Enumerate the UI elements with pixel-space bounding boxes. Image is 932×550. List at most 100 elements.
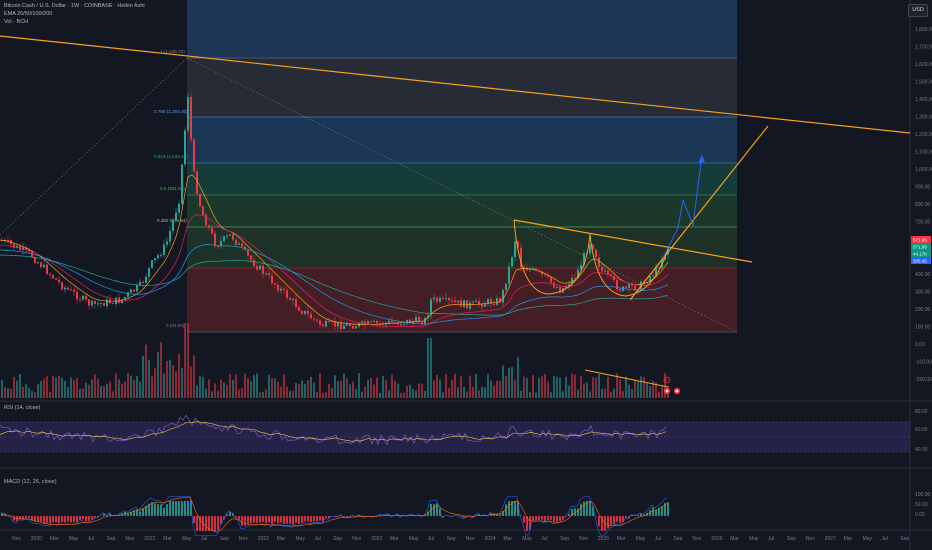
time-axis-label: Sep [560,536,569,542]
candle-body [400,323,402,325]
volume-bar [358,373,360,398]
volume-bar [100,385,102,398]
rsi-legend[interactable]: RSI (14, close) [4,405,40,411]
price-axis-label: 300.00 [915,290,931,296]
macd-legend[interactable]: MACD (12, 26, close) [4,479,57,485]
macd-bar [154,503,156,516]
candle-body [334,321,336,327]
macd-bar [550,516,552,520]
volume-bar [79,388,81,398]
candle-body [226,235,228,237]
volume-bar [586,382,588,398]
macd-bar [547,516,549,521]
rsi-axis-label: 60.00 [915,427,928,433]
candle-body [259,265,261,270]
candle-body [391,320,393,323]
volume-bar [571,373,573,398]
volume-bar [37,384,39,398]
candle-body [148,267,150,277]
macd-bar [151,502,153,516]
volume-bar [433,380,435,398]
candle-body [436,297,438,302]
candle-body [319,320,321,325]
time-axis-label: Jul [541,536,547,542]
candle-body [376,320,378,324]
volume-bar [661,384,663,398]
volume-bar [451,379,453,398]
volume-bar [220,379,222,398]
macd-bar [235,516,237,518]
time-axis[interactable]: Nov 2020 Mar May Jul Sep Nov 2021 Mar May Jul Sep No… [12,536,909,542]
macd-bar [505,504,507,516]
symbol-title[interactable]: Bitcoin Cash / U.S. Dollar · 1W · COINBA… [4,3,145,9]
macd-bar [226,514,228,516]
volume-bar [478,390,480,398]
candle-body [85,295,87,300]
macd-bar [313,516,315,522]
volume-bar [454,373,456,398]
volume-bar [91,379,93,398]
candle-body [433,297,435,300]
candle-body [481,304,483,307]
volume-bar [16,380,18,398]
time-axis-label: Jul [314,536,320,542]
volume-bar [217,390,219,398]
volume-bar [541,375,543,398]
volume-legend[interactable]: Vol · BCH [4,19,28,25]
macd-bar [85,516,87,522]
volume-bar [136,375,138,398]
fib-zones [187,0,737,332]
candle-body [40,262,42,268]
volume-bar [391,374,393,398]
volume-bar [592,377,594,398]
volume-bar [229,374,231,398]
price-axis[interactable]: 1,800.00 1,700.00 1,600.00 1,500.00 1,400.00… [915,27,932,383]
volume-bar [235,374,237,398]
volume-bar [514,379,516,398]
macd-bar [184,501,186,516]
time-axis-label: Nov [239,536,248,542]
volume-bar [379,392,381,398]
macd-bar [304,516,306,522]
time-axis-label: Jul [768,536,774,542]
volume-bar [151,375,153,398]
fib-label: 0 (93.00) [166,323,185,328]
macd-bar [28,516,30,519]
macd-bar [106,515,108,516]
macd-bar [631,515,633,516]
candle-body [256,266,258,270]
chart-canvas[interactable]: 1 (1,635.20) 0.786 (1,304.20) 0.618 (1,0… [0,0,932,550]
volume-bar [580,375,582,398]
macd-axis-label: 100.00 [915,492,931,498]
volume-bar [4,387,6,398]
volume-markers[interactable]: f [663,376,681,395]
macd-bar [514,501,516,516]
candle-body [340,322,342,329]
candle-body [142,281,144,283]
candle-body [67,287,69,290]
macd-bar [253,516,255,523]
volume-bar [178,353,180,398]
volume-bar [43,378,45,398]
candle-body [268,273,270,276]
volume-bar [115,373,117,398]
candle-body [460,300,462,307]
volume-bar [292,390,294,398]
volume-bar [532,375,534,398]
volume-bar [253,374,255,398]
macd-bar [298,516,300,525]
candle-body [604,270,606,272]
macd-bar [241,516,243,526]
volume-bar [85,382,87,398]
volume-bar [307,380,309,398]
volume-bar [193,355,195,398]
volume-bar [634,380,636,398]
macd-bar [52,516,54,523]
time-axis-label: Sep [900,536,909,542]
candle-body [136,284,138,292]
ema-legend[interactable]: EMA 20/50/100/200 [4,11,52,17]
volume-bar [508,367,510,398]
currency-button[interactable]: USD [908,4,928,17]
candle-body [403,323,405,325]
candle-body [184,130,186,165]
